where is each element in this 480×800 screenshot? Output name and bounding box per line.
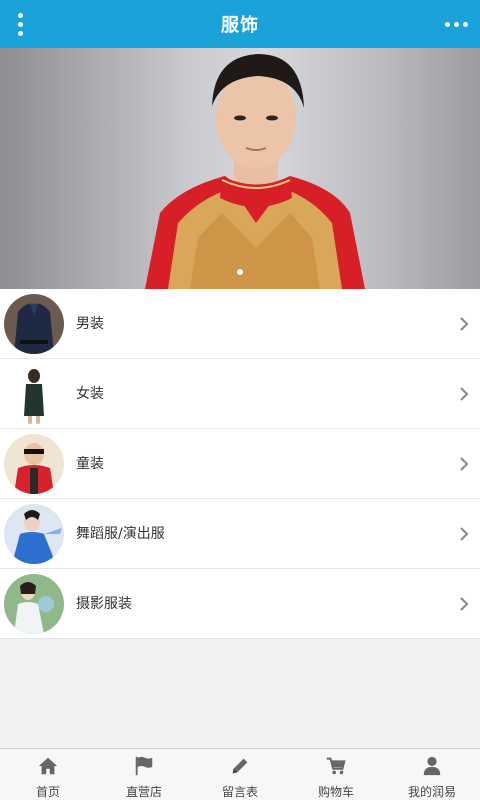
dance-costume-thumb bbox=[4, 504, 64, 564]
bottom-tab-bar: 首页 直营店 留言表 购物车 我的润易 bbox=[0, 748, 480, 800]
photography-costume-thumb bbox=[4, 574, 64, 634]
tab-home[interactable]: 首页 bbox=[0, 749, 96, 800]
tab-profile[interactable]: 我的润易 bbox=[384, 749, 480, 800]
category-label: 童装 bbox=[76, 456, 104, 472]
category-row-photo[interactable]: 摄影服装 bbox=[0, 569, 480, 639]
tab-label: 留言表 bbox=[221, 785, 258, 799]
tab-label: 我的润易 bbox=[407, 785, 456, 799]
category-row-kids[interactable]: 童装 bbox=[0, 429, 480, 499]
kids-clothing-thumb bbox=[4, 434, 64, 494]
category-label: 男装 bbox=[76, 316, 104, 332]
category-label: 女装 bbox=[76, 386, 104, 402]
tab-message[interactable]: 留言表 bbox=[192, 749, 288, 800]
banner-image bbox=[145, 54, 365, 289]
tab-store[interactable]: 直营店 bbox=[96, 749, 192, 800]
category-list: 男装 女装 童装 舞蹈服/演出服 摄影服装 bbox=[0, 289, 480, 639]
chevron-right-icon bbox=[460, 317, 469, 331]
user-icon bbox=[423, 756, 441, 776]
chevron-right-icon bbox=[460, 387, 469, 401]
horizontal-dots-icon[interactable] bbox=[442, 12, 470, 36]
chevron-right-icon bbox=[460, 527, 469, 541]
vertical-dots-icon[interactable] bbox=[8, 8, 32, 40]
category-row-dance[interactable]: 舞蹈服/演出服 bbox=[0, 499, 480, 569]
chevron-right-icon bbox=[460, 457, 469, 471]
category-label: 舞蹈服/演出服 bbox=[76, 526, 165, 542]
chevron-right-icon bbox=[460, 597, 469, 611]
home-icon bbox=[38, 757, 58, 775]
mens-clothing-thumb bbox=[4, 294, 64, 354]
flag-icon bbox=[135, 756, 153, 776]
tab-cart[interactable]: 购物车 bbox=[288, 749, 384, 800]
carousel-indicator-dot[interactable] bbox=[237, 269, 243, 275]
banner-carousel[interactable] bbox=[0, 48, 480, 289]
category-row-mens[interactable]: 男装 bbox=[0, 289, 480, 359]
tab-label: 直营店 bbox=[125, 785, 162, 799]
tab-label: 首页 bbox=[35, 785, 60, 799]
tab-label: 购物车 bbox=[317, 785, 354, 799]
womens-clothing-thumb bbox=[4, 364, 64, 424]
pencil-icon bbox=[232, 758, 248, 774]
category-label: 摄影服装 bbox=[76, 596, 132, 612]
app: 服饰 男装 女装 童装 舞蹈服/演出服 摄影服装 首页 直营店 留言表 购物车 … bbox=[0, 0, 480, 800]
header-bar: 服饰 bbox=[0, 0, 480, 48]
cart-icon bbox=[326, 757, 346, 775]
category-row-womens[interactable]: 女装 bbox=[0, 359, 480, 429]
page-title: 服饰 bbox=[221, 15, 259, 36]
